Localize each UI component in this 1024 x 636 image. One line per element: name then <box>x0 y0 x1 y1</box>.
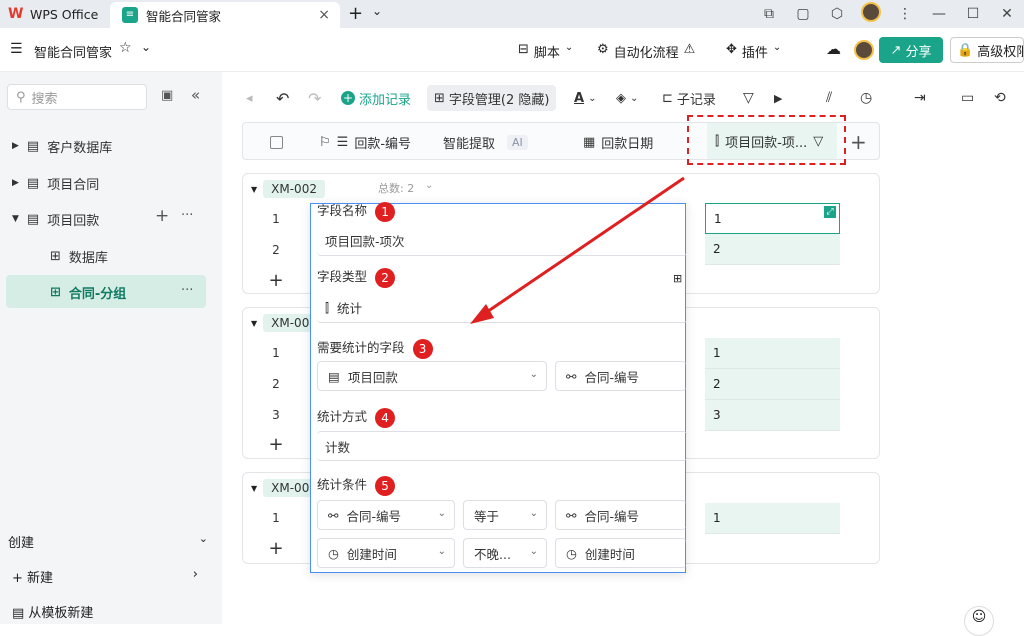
assistant-icon[interactable]: ☺ <box>964 606 994 636</box>
annotation-arrow <box>470 176 685 324</box>
